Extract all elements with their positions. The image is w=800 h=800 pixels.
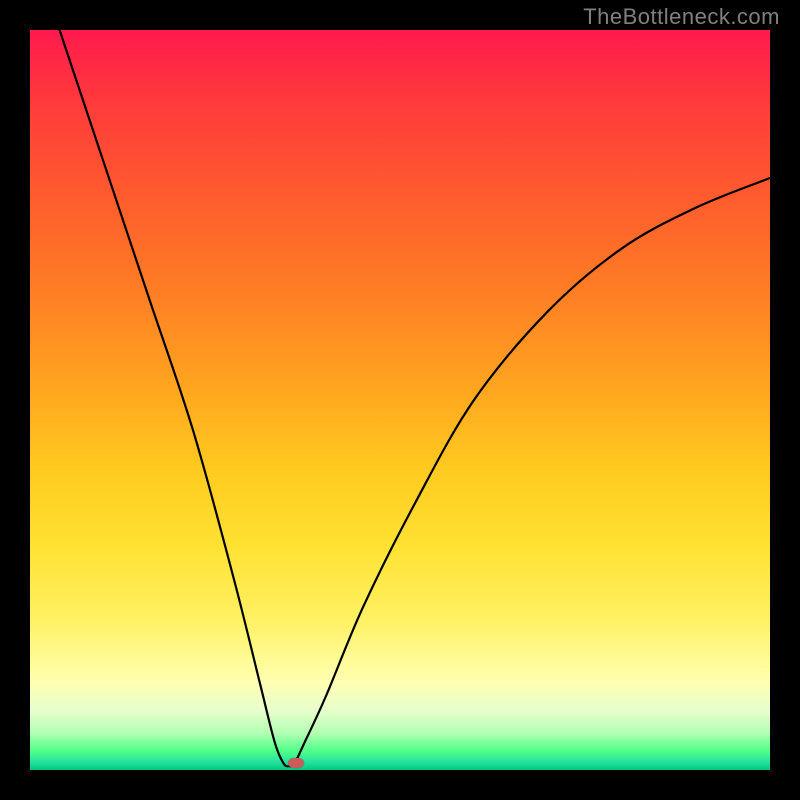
bottleneck-curve [30,30,770,770]
chart-frame: TheBottleneck.com [0,0,800,800]
watermark-text: TheBottleneck.com [583,4,780,30]
optimum-marker [288,758,304,768]
plot-area [30,30,770,770]
